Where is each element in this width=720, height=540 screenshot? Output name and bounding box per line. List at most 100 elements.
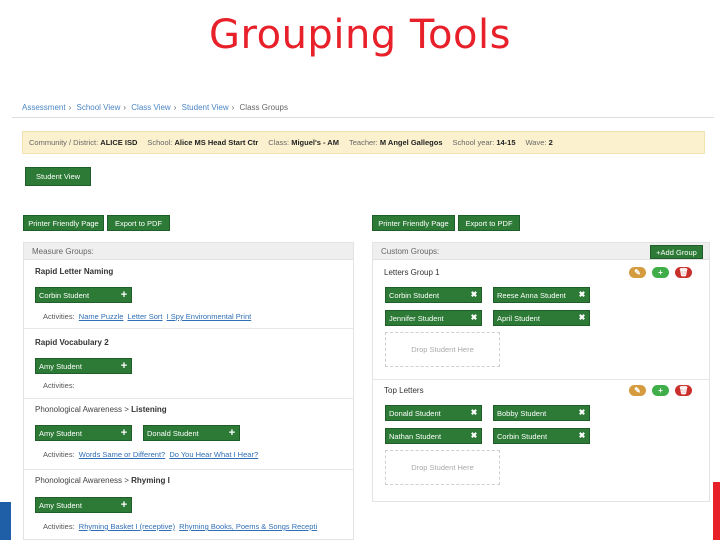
plus-icon[interactable]: + [117,498,131,512]
student-chip[interactable]: Donald Student + [143,425,240,441]
breadcrumb-school-view[interactable]: School View [76,103,120,112]
student-name: Corbin Student [39,291,90,300]
activities-line: Activities: [43,381,75,390]
activities-label: Activities: [43,312,75,321]
student-name: Donald Student [147,429,199,438]
trash-icon[interactable]: 🗑 [675,385,692,396]
class-info-bar: Community / District: ALICE ISD School: … [22,131,705,154]
info-value: Miguel's - AM [291,138,339,147]
info-label: Community / District: [29,138,99,147]
info-label: Teacher: [348,138,378,147]
activity-link[interactable]: I Spy Environmental Print [167,312,252,321]
plus-icon[interactable]: + [652,385,669,396]
close-icon[interactable]: ✖ [575,311,589,325]
activity-link[interactable]: Do You Hear What I Hear? [169,450,258,459]
custom-group-title: Top Letters [384,386,424,395]
close-icon[interactable]: ✖ [467,406,481,420]
measure-group-title: Rapid Letter Naming [35,267,114,276]
info-value: ALICE ISD [100,138,138,147]
student-name: April Student [497,314,540,323]
breadcrumb: Assessment › School View › Class View › Stu… [22,103,288,112]
student-name: Amy Student [39,362,82,371]
info-label: Class: [268,138,290,147]
student-name: Donald Student [389,409,441,418]
student-chip[interactable]: Corbin Student + [35,287,132,303]
breadcrumb-class-groups: Class Groups [239,103,288,112]
plus-icon[interactable]: + [117,288,131,302]
activity-link[interactable]: Letter Sort [127,312,162,321]
plus-icon[interactable]: + [652,267,669,278]
info-value: 14-15 [496,138,516,147]
close-icon[interactable]: ✖ [575,406,589,420]
activities-line: Activities: Words Same or Different? Do … [43,450,258,459]
printer-friendly-button-left[interactable]: Printer Friendly Page [23,215,104,231]
activity-link[interactable]: Name Puzzle [79,312,124,321]
student-name: Bobby Student [497,409,547,418]
drop-zone[interactable]: Drop Student Here [385,450,500,485]
activity-link[interactable]: Rhyming Books, Poems & Songs Recepti [179,522,317,531]
activities-line: Activities: Rhyming Basket I (receptive)… [43,522,317,531]
student-chip[interactable]: Reese Anna Student ✖ [493,287,590,303]
activities-label: Activities: [43,522,75,531]
group-divider [24,398,353,399]
add-group-button[interactable]: +Add Group [650,245,703,259]
breadcrumb-student-view[interactable]: Student View [182,103,229,112]
close-icon[interactable]: ✖ [467,429,481,443]
activity-link[interactable]: Words Same or Different? [79,450,165,459]
info-label: School year: [452,138,495,147]
custom-group-title: Letters Group 1 [384,268,440,277]
slide-title: Grouping Tools [209,12,511,58]
student-name: Amy Student [39,501,82,510]
student-chip[interactable]: Corbin Student ✖ [385,287,482,303]
close-icon[interactable]: ✖ [467,288,481,302]
drop-zone[interactable]: Drop Student Here [385,332,500,367]
measure-group-title: Phonological Awareness > Listening [35,405,167,414]
group-divider [24,328,353,329]
close-icon[interactable]: ✖ [575,429,589,443]
info-value: 2 [548,138,553,147]
breadcrumb-divider [12,117,714,118]
breadcrumb-assessment[interactable]: Assessment [22,103,66,112]
measure-groups-header: Measure Groups: [24,243,353,260]
student-chip[interactable]: April Student ✖ [493,310,590,326]
group-divider [373,379,709,380]
activity-link[interactable]: Rhyming Basket I (receptive) [79,522,175,531]
student-chip[interactable]: Jennifer Student ✖ [385,310,482,326]
close-icon[interactable]: ✖ [467,311,481,325]
student-view-button[interactable]: Student View [25,167,91,186]
activities-label: Activities: [43,450,75,459]
measure-groups-panel: Measure Groups: Rapid Letter Naming Corb… [23,242,354,540]
student-name: Jennifer Student [389,314,444,323]
pencil-icon[interactable]: ✎ [629,385,646,396]
slide-accent-left [0,502,11,540]
info-value: M Angel Gallegos [379,138,443,147]
export-pdf-button-left[interactable]: Export to PDF [107,215,170,231]
measure-group-title: Rapid Vocabulary 2 [35,338,109,347]
plus-icon[interactable]: + [225,426,239,440]
plus-icon[interactable]: + [117,359,131,373]
printer-friendly-button-right[interactable]: Printer Friendly Page [372,215,455,231]
plus-icon[interactable]: + [117,426,131,440]
student-chip[interactable]: Nathan Student ✖ [385,428,482,444]
measure-group-title: Phonological Awareness > Rhyming I [35,476,170,485]
group-divider [24,469,353,470]
student-name: Corbin Student [389,291,440,300]
student-chip[interactable]: Amy Student + [35,497,132,513]
info-value: Alice MS Head Start Ctr [174,138,259,147]
activities-label: Activities: [43,381,75,390]
student-name: Reese Anna Student [497,291,566,300]
student-chip[interactable]: Amy Student + [35,425,132,441]
student-chip[interactable]: Corbin Student ✖ [493,428,590,444]
export-pdf-button-right[interactable]: Export to PDF [458,215,520,231]
student-name: Corbin Student [497,432,548,441]
info-label: School: [147,138,173,147]
trash-icon[interactable]: 🗑 [675,267,692,278]
student-chip[interactable]: Bobby Student ✖ [493,405,590,421]
close-icon[interactable]: ✖ [575,288,589,302]
pencil-icon[interactable]: ✎ [629,267,646,278]
student-chip[interactable]: Amy Student + [35,358,132,374]
custom-groups-panel: Custom Groups: +Add Group Letters Group … [372,242,710,502]
breadcrumb-class-view[interactable]: Class View [131,103,170,112]
student-chip[interactable]: Donald Student ✖ [385,405,482,421]
slide-accent-right [713,482,720,540]
